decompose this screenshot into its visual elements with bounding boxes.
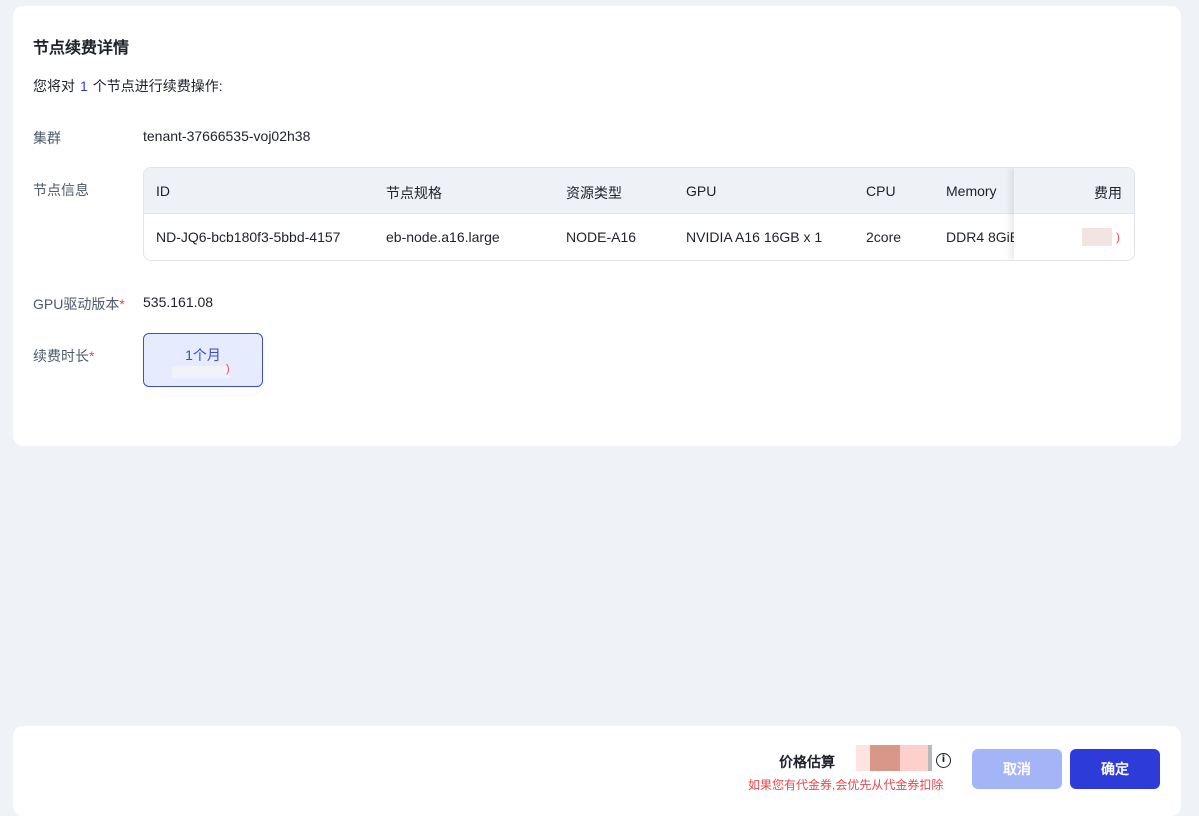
- cell-resource-type: NODE-A16: [566, 229, 637, 245]
- col-header-id: ID: [156, 183, 170, 199]
- gpu-driver-label: GPU驱动版本*: [33, 294, 125, 314]
- cluster-value: tenant-37666535-voj02h38: [143, 128, 311, 144]
- cell-memory: DDR4 8GiB: [946, 229, 1016, 245]
- gpu-driver-label-text: GPU驱动版本: [33, 296, 120, 312]
- intro-text: 您将对 1 个节点进行续费操作:: [33, 76, 223, 96]
- required-mark: *: [89, 348, 95, 364]
- fee-redacted: [1082, 228, 1112, 246]
- cell-spec: eb-node.a16.large: [386, 229, 500, 245]
- intro-prefix: 您将对: [33, 78, 75, 94]
- col-header-fee-bg: 费用: [1014, 168, 1134, 214]
- duration-label-text: 续费时长: [33, 348, 89, 364]
- info-icon[interactable]: i: [936, 753, 951, 768]
- cluster-label: 集群: [33, 130, 61, 146]
- duration-option-1-month[interactable]: 1个月 ): [143, 333, 263, 387]
- duration-price-suffix: ): [226, 363, 230, 375]
- price-estimate-redacted: [856, 745, 932, 771]
- confirm-button[interactable]: 确定: [1070, 749, 1160, 789]
- fee-suffix: ): [1116, 230, 1120, 244]
- fee-column: 费用 ): [1014, 168, 1134, 260]
- gpu-driver-value: 535.161.08: [143, 294, 214, 310]
- node-info-label: 节点信息: [33, 182, 89, 198]
- cancel-button[interactable]: 取消: [972, 749, 1062, 789]
- col-header-spec: 节点规格: [386, 185, 442, 201]
- col-header-fee: 费用: [1094, 185, 1122, 201]
- required-mark: *: [119, 296, 125, 312]
- col-header-resource-type: 资源类型: [566, 185, 622, 201]
- node-table: ID 节点规格 资源类型 GPU CPU Memory ND-JQ6-bcb18…: [143, 167, 1135, 261]
- cell-gpu: NVIDIA A16 16GB x 1: [686, 229, 823, 245]
- duration-price-redacted: [172, 366, 230, 378]
- node-count: 1: [80, 78, 88, 94]
- col-header-memory: Memory: [946, 183, 997, 199]
- price-estimate-label: 价格估算: [779, 754, 835, 770]
- cell-id: ND-JQ6-bcb180f3-5bbd-4157: [156, 229, 341, 245]
- cell-cpu: 2core: [866, 229, 902, 245]
- intro-suffix: 个节点进行续费操作:: [92, 78, 223, 94]
- page-title: 节点续费详情: [33, 40, 130, 57]
- col-header-cpu: CPU: [866, 183, 896, 199]
- cell-fee: ): [1066, 228, 1120, 246]
- col-header-gpu: GPU: [686, 183, 717, 199]
- duration-option-label: 1个月: [185, 347, 221, 363]
- duration-label: 续费时长*: [33, 346, 94, 366]
- voucher-note: 如果您有代金券,会优先从代金券扣除: [748, 778, 944, 792]
